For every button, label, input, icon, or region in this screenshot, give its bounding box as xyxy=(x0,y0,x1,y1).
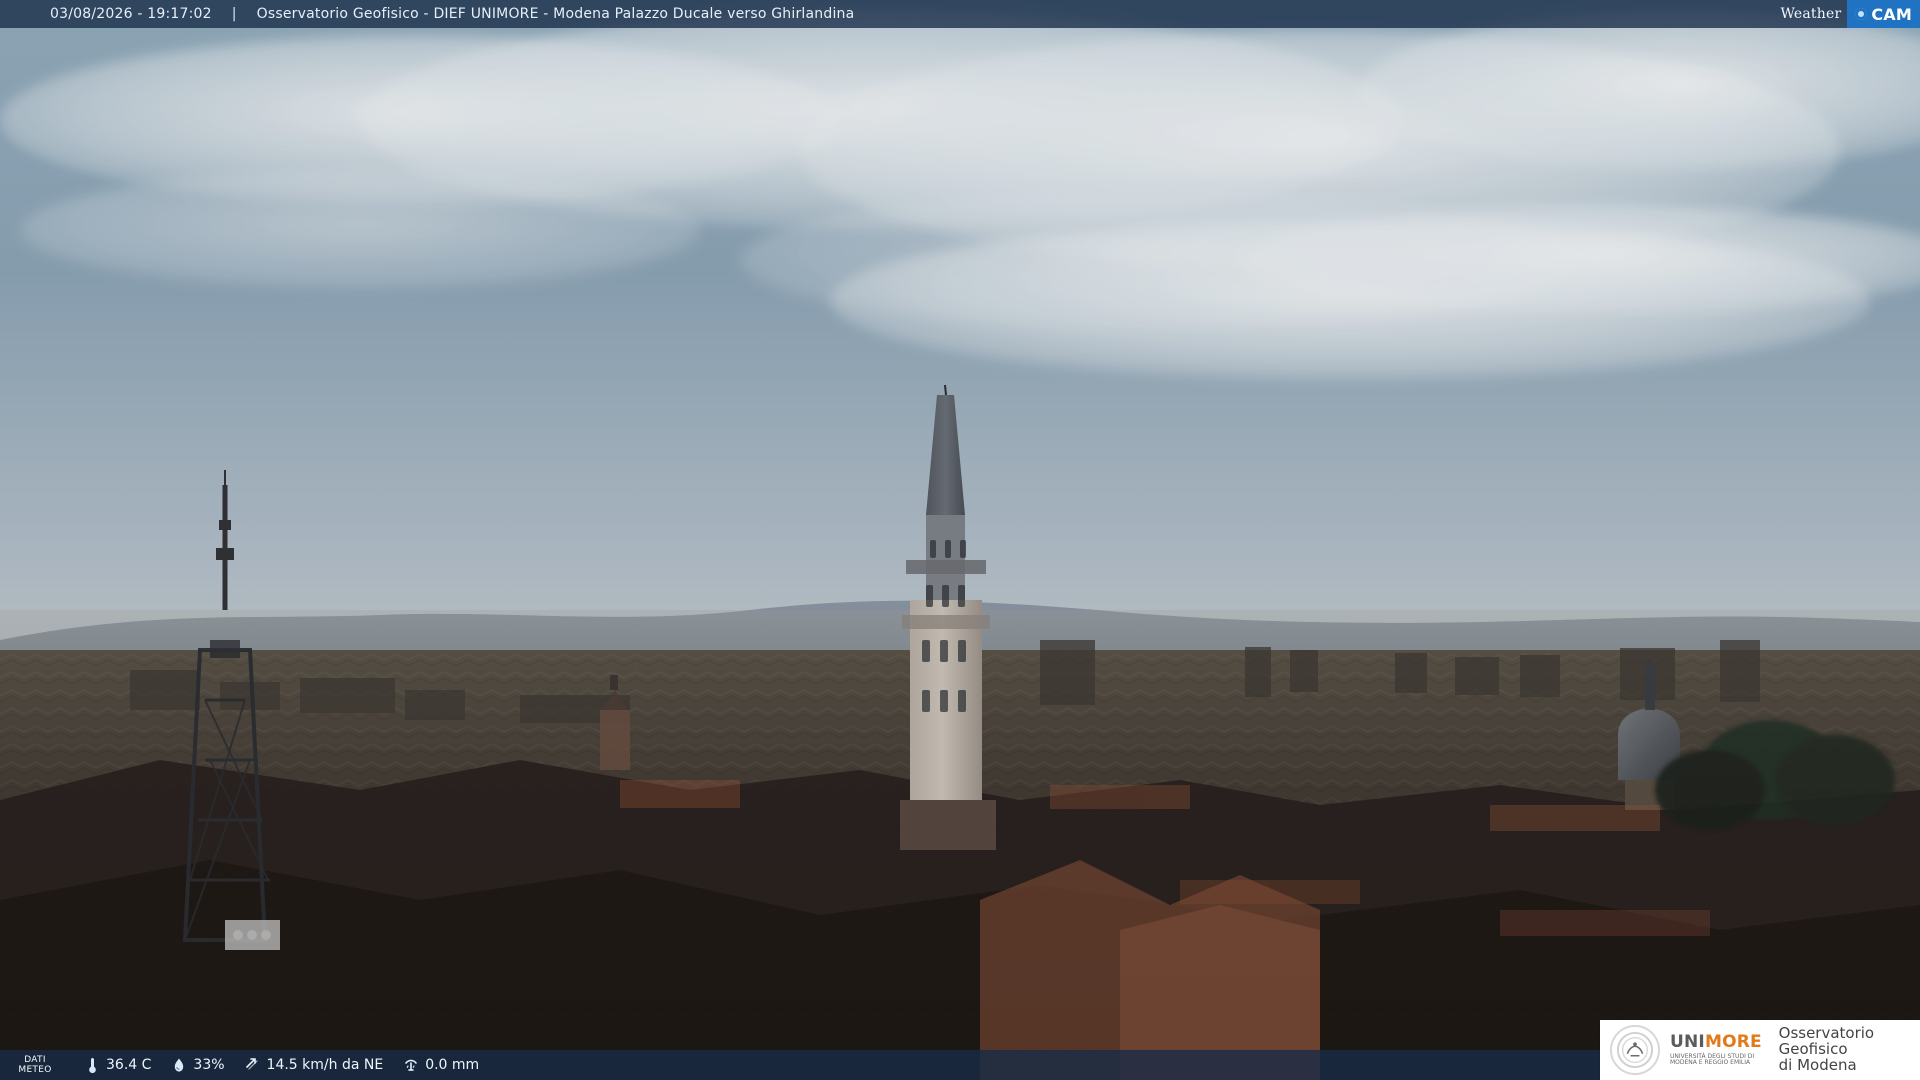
unimore-more: MORE xyxy=(1704,1031,1762,1052)
weather-data-label: DATI METEO xyxy=(0,1050,70,1080)
webcam-view: 03/08/2026 - 19:17:02 | Osservatorio Geo… xyxy=(0,0,1920,1080)
humidity-value: 33% xyxy=(193,1057,225,1073)
top-overlay-bar: 03/08/2026 - 19:17:02 | Osservatorio Geo… xyxy=(0,0,1920,28)
humidity-reading: 33% xyxy=(171,1057,225,1073)
timestamp: 03/08/2026 - 19:17:02 xyxy=(50,6,212,22)
rain-gauge-icon xyxy=(403,1057,419,1073)
unimore-uni: UNI xyxy=(1670,1031,1705,1052)
wind-reading: 14.5 km/h da NE xyxy=(245,1057,384,1073)
camera-eye-icon xyxy=(1855,8,1868,20)
humidity-drop-icon xyxy=(171,1057,187,1073)
weathercam-cam-box: CAM xyxy=(1847,0,1920,28)
wind-arrow-icon xyxy=(245,1057,261,1073)
weathercam-cam-text: CAM xyxy=(1871,4,1912,24)
observatory-line-2: di Modena xyxy=(1778,1055,1857,1074)
observatory-name: Osservatorio Geofisico di Modena xyxy=(1779,1026,1920,1073)
top-overlay-left: 03/08/2026 - 19:17:02 | Osservatorio Geo… xyxy=(0,6,854,22)
weather-data-label-line1: DATI xyxy=(24,1055,46,1065)
separator: | xyxy=(231,6,237,22)
unimore-subtitle: UNIVERSITÀ DEGLI STUDI DI MODENA E REGGI… xyxy=(1670,1052,1755,1066)
unimore-block: UNI MORE UNIVERSITÀ DEGLI STUDI DI MODEN… xyxy=(1670,1031,1769,1066)
observatory-line-1: Osservatorio Geofisico xyxy=(1778,1024,1875,1059)
weathercam-weather-text: Weather xyxy=(1780,6,1842,22)
thermometer-icon xyxy=(84,1057,100,1073)
logo-texts: UNI MORE UNIVERSITÀ DEGLI STUDI DI MODEN… xyxy=(1670,1026,1920,1073)
temperature-value: 36.4 C xyxy=(106,1057,152,1073)
weathercam-logo: Weather CAM xyxy=(1780,0,1920,28)
rain-value: 0.0 mm xyxy=(425,1057,480,1073)
unimore-observatory-logo: UNI MORE UNIVERSITÀ DEGLI STUDI DI MODEN… xyxy=(1600,1020,1920,1080)
webcam-photo xyxy=(0,0,1920,1080)
university-seal-icon xyxy=(1610,1025,1660,1075)
camera-title: Osservatorio Geofisico - DIEF UNIMORE - … xyxy=(256,6,855,22)
weather-data-label-line2: METEO xyxy=(18,1065,52,1075)
wind-value: 14.5 km/h da NE xyxy=(266,1057,384,1073)
rain-reading: 0.0 mm xyxy=(403,1057,479,1073)
unimore-wordmark: UNI MORE xyxy=(1670,1031,1769,1052)
temperature-reading: 36.4 C xyxy=(84,1057,151,1073)
